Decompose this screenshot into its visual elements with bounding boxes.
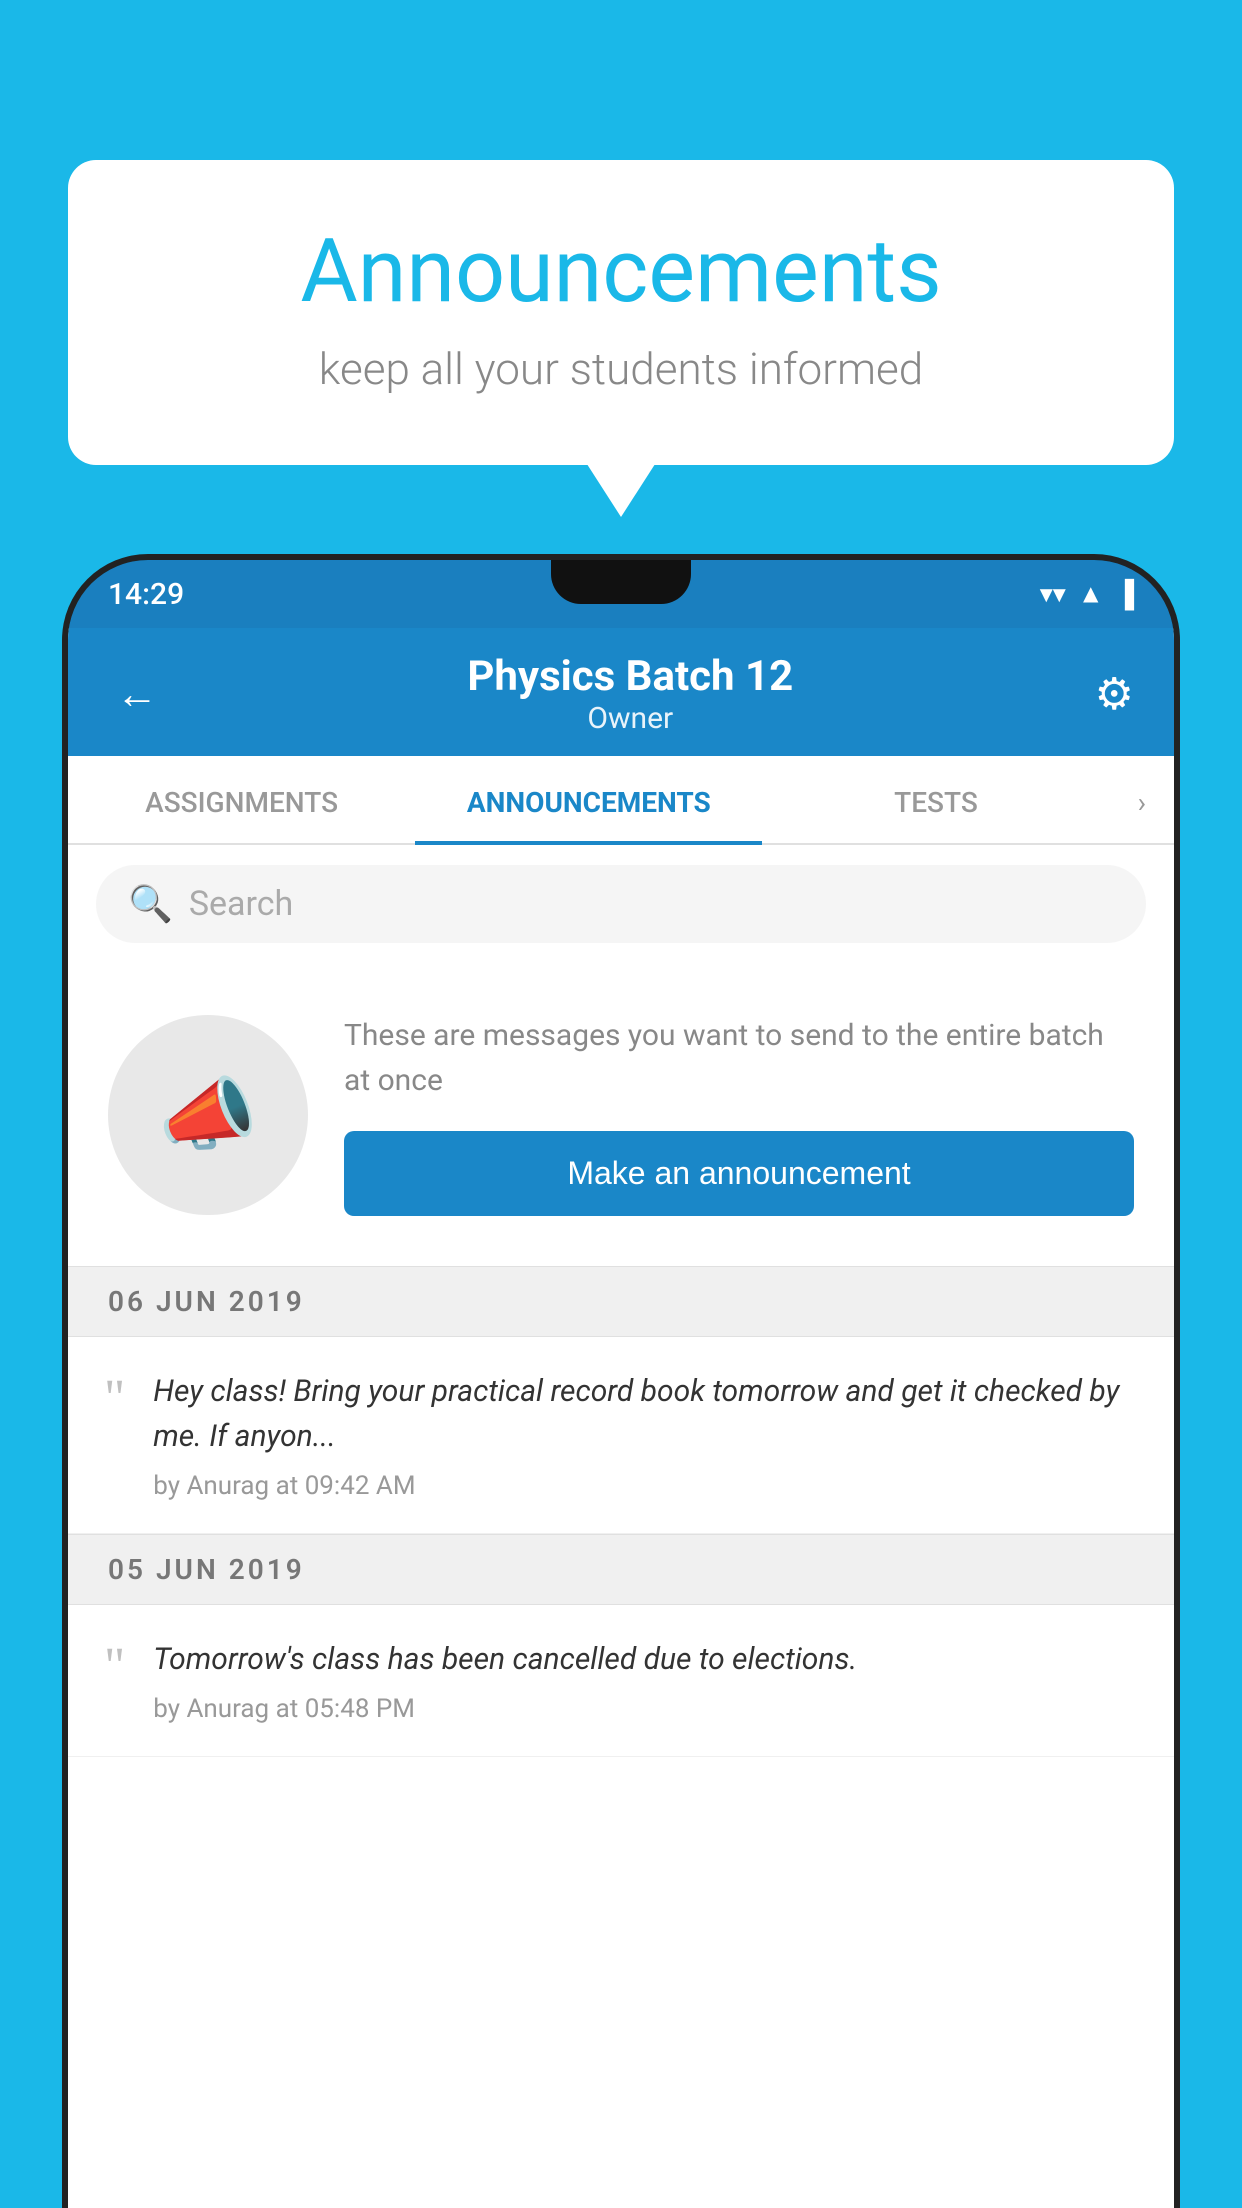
speech-bubble: Announcements keep all your students inf…: [68, 160, 1174, 465]
make-announcement-button[interactable]: Make an announcement: [344, 1131, 1134, 1216]
quote-icon-1: ": [104, 1373, 125, 1425]
search-bar-container: 🔍 Search: [68, 845, 1174, 963]
back-button[interactable]: ←: [108, 662, 166, 727]
search-icon: 🔍: [128, 883, 173, 925]
announcement-item-2[interactable]: " Tomorrow's class has been cancelled du…: [68, 1605, 1174, 1757]
tab-assignments[interactable]: ASSIGNMENTS: [68, 756, 415, 843]
announcement-content-1: Hey class! Bring your practical record b…: [153, 1369, 1138, 1501]
phone-frame: 14:29 ▾▾ ▲ ▐ ← Physics Batch 12 Owner ⚙ …: [68, 560, 1174, 2208]
empty-state-description: These are messages you want to send to t…: [344, 1013, 1134, 1103]
status-icons: ▾▾ ▲ ▐: [1040, 579, 1134, 610]
header-title-group: Physics Batch 12 Owner: [166, 652, 1095, 736]
announcement-right: These are messages you want to send to t…: [344, 1013, 1134, 1216]
search-placeholder: Search: [189, 884, 293, 924]
phone-inner: ← Physics Batch 12 Owner ⚙ ASSIGNMENTS A…: [68, 628, 1174, 2208]
announcement-meta-1: by Anurag at 09:42 AM: [153, 1471, 1138, 1501]
date-separator-2: 05 JUN 2019: [68, 1534, 1174, 1605]
announcement-item-1[interactable]: " Hey class! Bring your practical record…: [68, 1337, 1174, 1534]
announcement-text-2: Tomorrow's class has been cancelled due …: [153, 1637, 857, 1682]
speech-bubble-container: Announcements keep all your students inf…: [68, 160, 1174, 465]
announcement-content-2: Tomorrow's class has been cancelled due …: [153, 1637, 857, 1724]
tab-tests[interactable]: TESTS: [762, 756, 1109, 843]
announcement-text-1: Hey class! Bring your practical record b…: [153, 1369, 1138, 1459]
app-header: ← Physics Batch 12 Owner ⚙: [68, 628, 1174, 756]
speech-bubble-subtitle: keep all your students informed: [148, 343, 1094, 395]
tabs-bar: ASSIGNMENTS ANNOUNCEMENTS TESTS ›: [68, 756, 1174, 845]
date-separator-1: 06 JUN 2019: [68, 1266, 1174, 1337]
search-bar[interactable]: 🔍 Search: [96, 865, 1146, 943]
signal-icon: ▲: [1078, 579, 1104, 610]
tab-more[interactable]: ›: [1110, 756, 1174, 843]
header-subtitle: Owner: [166, 701, 1095, 736]
announcement-meta-2: by Anurag at 05:48 PM: [153, 1694, 857, 1724]
notch: [551, 560, 691, 604]
battery-icon: ▐: [1116, 579, 1134, 610]
status-bar: 14:29 ▾▾ ▲ ▐: [68, 560, 1174, 628]
tab-announcements[interactable]: ANNOUNCEMENTS: [415, 756, 762, 843]
speech-bubble-title: Announcements: [148, 220, 1094, 323]
status-time: 14:29: [108, 577, 184, 612]
announcement-empty-state: 📣 These are messages you want to send to…: [68, 963, 1174, 1266]
announcement-icon-circle: 📣: [108, 1015, 308, 1215]
quote-icon-2: ": [104, 1641, 125, 1693]
wifi-icon: ▾▾: [1040, 579, 1066, 609]
megaphone-icon: 📣: [158, 1068, 258, 1162]
header-title: Physics Batch 12: [166, 652, 1095, 701]
gear-icon[interactable]: ⚙: [1095, 668, 1134, 720]
